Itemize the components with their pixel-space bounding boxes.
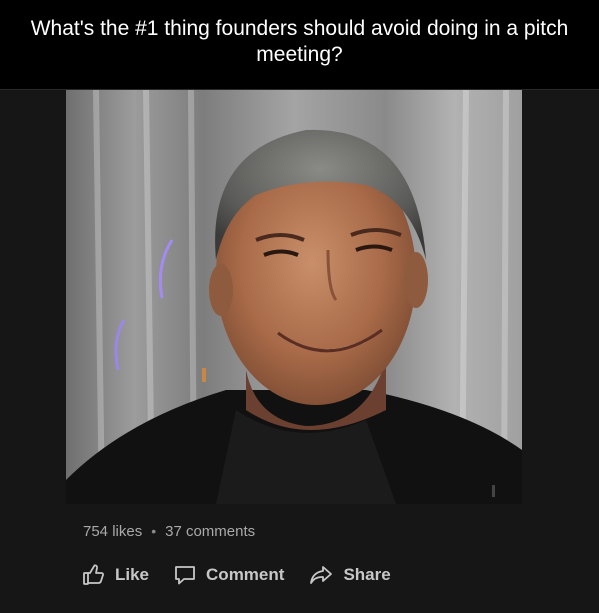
thumbs-up-icon [82,563,106,587]
video-frame-image [66,90,522,504]
video-player[interactable] [66,90,522,504]
question-title: What's the #1 thing founders should avoi… [30,16,569,66]
like-label: Like [115,565,150,584]
speech-bubble-icon [173,563,197,587]
question-header: What's the #1 thing founders should avoi… [0,0,599,89]
stats-separator: • [151,523,157,539]
comment-button[interactable]: Comment [173,563,284,587]
share-label: Share [343,565,391,584]
comment-label: Comment [206,565,285,584]
comments-count[interactable]: 37 comments [165,523,255,540]
like-button[interactable]: Like [82,563,149,587]
action-bar: Like Comment Share [82,561,415,589]
engagement-stats: 754 likes • 37 comments [83,520,255,542]
share-arrow-icon [308,563,334,587]
likes-count[interactable]: 754 likes [83,523,142,540]
share-button[interactable]: Share [308,563,391,587]
